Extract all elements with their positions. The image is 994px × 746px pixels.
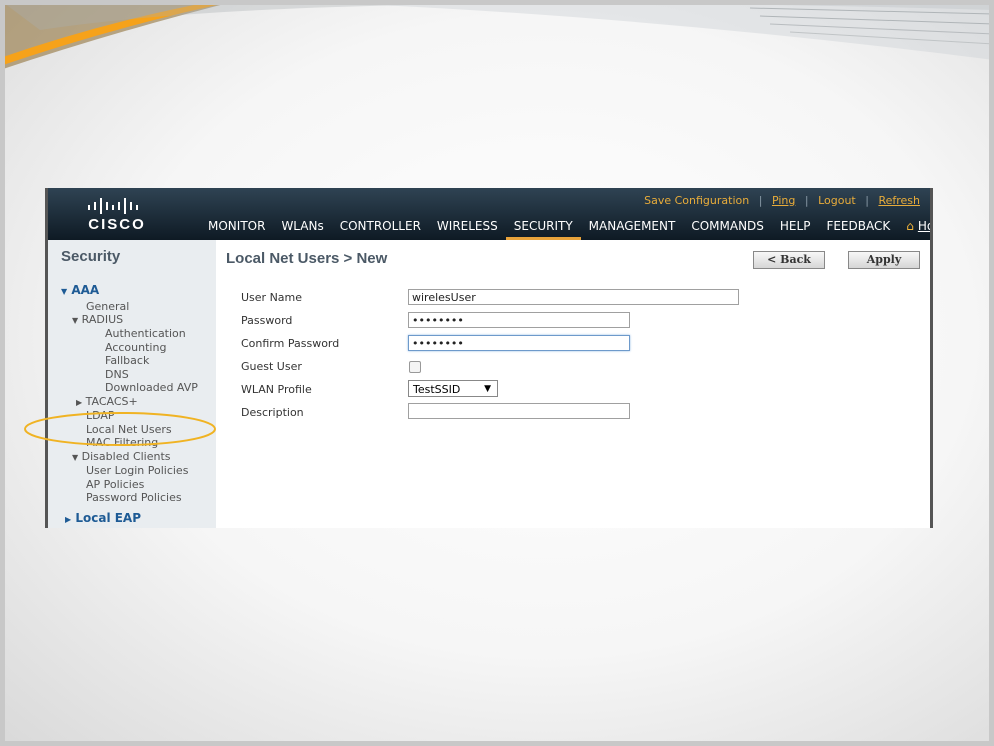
apply-button[interactable]: Apply bbox=[848, 251, 920, 269]
sidebar-item-fallback[interactable]: Fallback bbox=[105, 354, 149, 367]
nav-wlans[interactable]: WLANs bbox=[273, 217, 331, 240]
expanded-triangle-icon: ▼ bbox=[72, 316, 79, 325]
sidebar-item-disabled-clients[interactable]: ▼ Disabled Clients bbox=[72, 450, 171, 464]
wlan-profile-value: TestSSID bbox=[413, 383, 461, 396]
nav-commands[interactable]: COMMANDS bbox=[683, 217, 772, 240]
sidebar-item-authentication[interactable]: Authentication bbox=[105, 327, 186, 340]
sidebar-item-downloaded-avp[interactable]: Downloaded AVP bbox=[105, 381, 198, 394]
cisco-logo[interactable]: CISCO bbox=[82, 198, 152, 234]
separator: | bbox=[804, 194, 809, 207]
sidebar-item-password-policies[interactable]: Password Policies bbox=[86, 491, 182, 504]
sidebar-item-ap-policies[interactable]: AP Policies bbox=[86, 478, 144, 491]
password-label: Password bbox=[241, 314, 293, 327]
save-configuration-link[interactable]: Save Configuration bbox=[644, 194, 749, 207]
page-title: Local Net Users > New bbox=[226, 250, 388, 267]
user-name-label: User Name bbox=[241, 291, 303, 304]
sidebar-item-label: Disabled Clients bbox=[81, 450, 171, 463]
nav-management[interactable]: MANAGEMENT bbox=[581, 217, 684, 240]
sidebar-item-ldap[interactable]: LDAP bbox=[86, 409, 115, 422]
expanded-triangle-icon: ▼ bbox=[61, 287, 68, 296]
nav-controller[interactable]: CONTROLLER bbox=[332, 217, 429, 240]
description-label: Description bbox=[241, 406, 304, 419]
home-icon: ⌂ bbox=[906, 219, 914, 233]
description-input[interactable] bbox=[408, 403, 630, 419]
collapsed-triangle-icon: ▶ bbox=[65, 515, 72, 524]
collapsed-triangle-icon: ▶ bbox=[76, 398, 83, 407]
sidebar-item-aaa[interactable]: ▼ AAA bbox=[61, 284, 99, 298]
wlan-profile-label: WLAN Profile bbox=[241, 383, 312, 396]
nav-monitor[interactable]: MONITOR bbox=[200, 217, 273, 240]
sidebar-item-general[interactable]: General bbox=[86, 300, 129, 313]
sidebar-item-accounting[interactable]: Accounting bbox=[105, 341, 166, 354]
separator: | bbox=[758, 194, 763, 207]
separator: | bbox=[865, 194, 869, 207]
sidebar-item-dns[interactable]: DNS bbox=[105, 368, 129, 381]
password-input[interactable]: •••••••• bbox=[408, 312, 630, 328]
nav-home[interactable]: ⌂Home bbox=[898, 217, 933, 240]
sidebar-item-radius[interactable]: ▼ RADIUS bbox=[72, 313, 123, 327]
dropdown-arrow-icon: ▼ bbox=[484, 384, 491, 394]
nav-security[interactable]: SECURITY bbox=[505, 217, 581, 240]
sidebar-item-label: Local EAP bbox=[75, 511, 142, 525]
sidebar-item-label: RADIUS bbox=[81, 313, 124, 326]
sidebar-item-label: AAA bbox=[71, 283, 100, 297]
nav-help[interactable]: HELP bbox=[772, 217, 819, 240]
cisco-wordmark: CISCO bbox=[88, 216, 146, 233]
wlan-profile-select[interactable]: TestSSID ▼ bbox=[408, 380, 498, 397]
user-name-input[interactable]: wirelesUser bbox=[408, 289, 739, 305]
sidebar: Security ▼ AAA General ▼ RADIUS Authenti… bbox=[48, 240, 216, 528]
guest-user-checkbox[interactable] bbox=[409, 361, 421, 373]
main-nav: MONITOR WLANs CONTROLLER WIRELESS SECURI… bbox=[200, 217, 933, 240]
guest-user-label: Guest User bbox=[241, 360, 302, 373]
controller-window: CISCO Save Configuration | Ping | Logout… bbox=[45, 188, 933, 528]
ping-link[interactable]: Ping bbox=[772, 194, 795, 207]
confirm-password-input[interactable]: •••••••• bbox=[408, 335, 630, 351]
sidebar-title: Security bbox=[61, 248, 121, 265]
nav-home-label: Home bbox=[917, 219, 933, 233]
utility-links: Save Configuration | Ping | Logout | Ref… bbox=[644, 194, 920, 207]
sidebar-item-mac-filtering[interactable]: MAC Filtering bbox=[86, 436, 158, 449]
top-navigation-bar: CISCO Save Configuration | Ping | Logout… bbox=[48, 188, 930, 240]
nav-feedback[interactable]: FEEDBACK bbox=[818, 217, 898, 240]
back-button[interactable]: < Back bbox=[753, 251, 825, 269]
main-content: Local Net Users > New < Back Apply User … bbox=[216, 240, 930, 528]
cisco-bars-icon bbox=[88, 198, 138, 214]
sidebar-item-local-net-users[interactable]: Local Net Users bbox=[86, 423, 172, 436]
refresh-link[interactable]: Refresh bbox=[878, 194, 920, 207]
sidebar-item-tacacs[interactable]: ▶ TACACS+ bbox=[76, 395, 138, 409]
logout-link[interactable]: Logout bbox=[818, 194, 856, 207]
sidebar-item-user-login-policies[interactable]: User Login Policies bbox=[86, 464, 188, 477]
confirm-password-label: Confirm Password bbox=[241, 337, 340, 350]
sidebar-item-local-eap[interactable]: ▶ Local EAP bbox=[65, 512, 141, 526]
nav-wireless[interactable]: WIRELESS bbox=[429, 217, 506, 240]
sidebar-item-label: TACACS+ bbox=[85, 395, 138, 408]
expanded-triangle-icon: ▼ bbox=[72, 453, 79, 462]
